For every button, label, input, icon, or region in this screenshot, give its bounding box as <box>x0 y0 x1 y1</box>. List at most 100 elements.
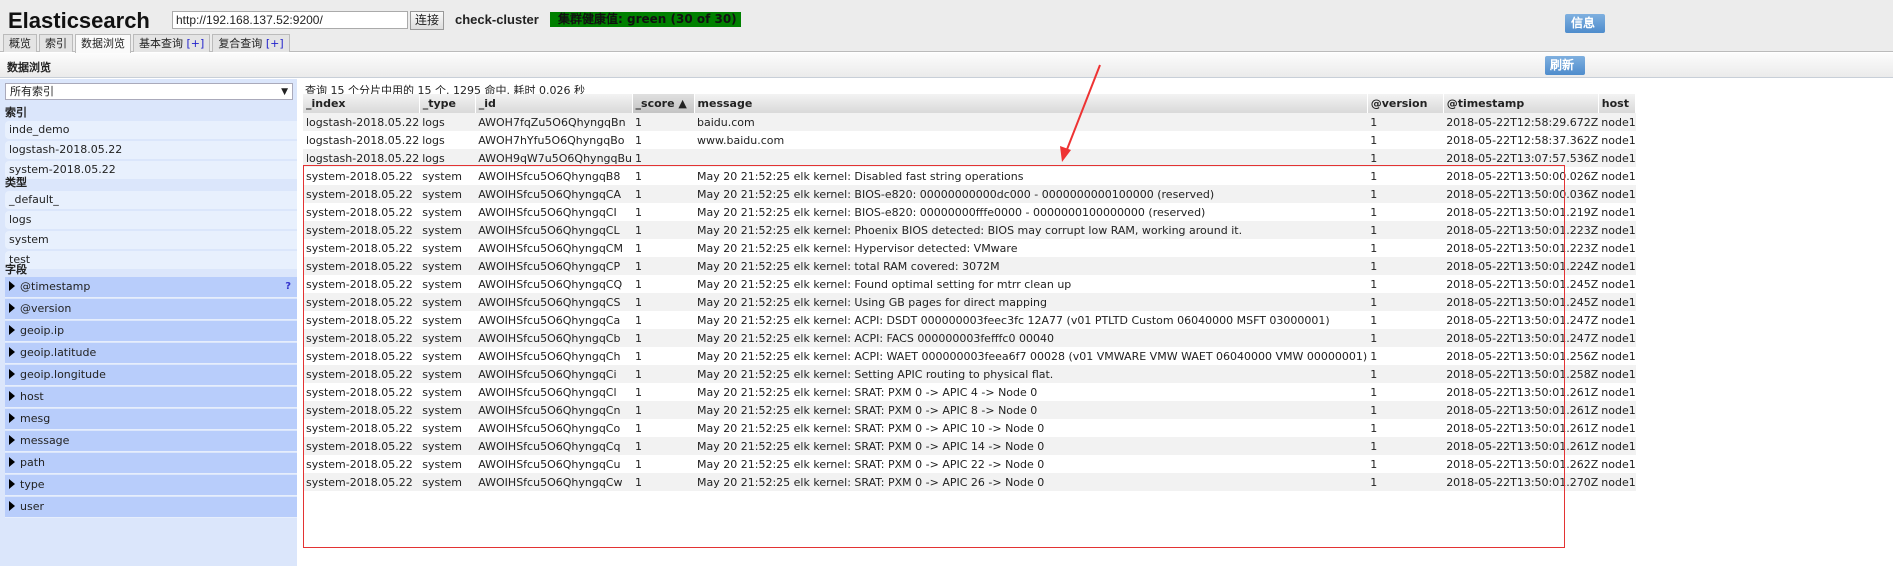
column-header[interactable]: @version <box>1367 94 1444 113</box>
sidebar-field-item[interactable]: path <box>5 453 297 474</box>
tab-1[interactable]: 索引 <box>39 34 73 52</box>
table-row[interactable]: system-2018.05.22 system AWOIHSfcu5O6Qhyng… <box>303 437 1636 455</box>
table-row[interactable]: system-2018.05.22 system AWOIHSfcu5O6Qhyng… <box>303 167 1636 185</box>
table-row[interactable]: system-2018.05.22 system AWOIHSfcu5O6Qhyng… <box>303 293 1636 311</box>
table-row[interactable]: system-2018.05.22 system AWOIHSfcu5O6Qhyng… <box>303 401 1636 419</box>
column-header[interactable]: _type <box>419 94 476 113</box>
table-row[interactable]: system-2018.05.22 system AWOIHSfcu5O6Qhyng… <box>303 311 1636 329</box>
table-cell: AWOIHSfcu5O6QhyngqCh <box>478 349 621 363</box>
table-cell: logstash-2018.05.22 <box>303 149 420 167</box>
table-cell: 2018-05-22T13:50:01.261Z <box>1446 385 1599 399</box>
field-label: mesg <box>20 412 51 425</box>
connect-button[interactable]: 连接 <box>410 11 444 30</box>
tab-2[interactable]: 数据浏览 <box>75 34 131 53</box>
table-row[interactable]: system-2018.05.22 system AWOIHSfcu5O6Qhyng… <box>303 347 1636 365</box>
table-row[interactable]: system-2018.05.22 system AWOIHSfcu5O6Qhyng… <box>303 383 1636 401</box>
index-select[interactable]: 所有索引 ▼ <box>5 83 293 100</box>
table-cell: node1 <box>1598 185 1636 203</box>
table-row[interactable]: system-2018.05.22 system AWOIHSfcu5O6Qhyng… <box>303 185 1636 203</box>
sidebar-field-item[interactable]: mesg <box>5 409 297 430</box>
page-title: 数据浏览 <box>7 61 51 74</box>
sidebar-type-item[interactable]: logs <box>5 211 297 229</box>
column-header[interactable]: _score ▲ <box>632 94 695 113</box>
tab-3[interactable]: 基本查询 [+] <box>133 34 211 52</box>
sidebar-field-item[interactable]: geoip.latitude <box>5 343 297 364</box>
table-cell: 1 <box>1370 205 1378 219</box>
sidebar-type-item[interactable]: system <box>5 231 297 249</box>
table-cell: system <box>419 473 476 491</box>
table-row[interactable]: logstash-2018.05.22 logs AWOH7fqZu5O6Qhyng… <box>303 113 1636 131</box>
sidebar-type-item[interactable]: _default_ <box>5 191 297 209</box>
sidebar-index-item[interactable]: system-2018.05.22 <box>5 161 297 179</box>
help-icon[interactable]: ? <box>285 277 291 297</box>
tab-0[interactable]: 概览 <box>3 34 37 52</box>
table-row[interactable]: system-2018.05.22 system AWOIHSfcu5O6Qhyng… <box>303 257 1636 275</box>
table-row[interactable]: system-2018.05.22 system AWOIHSfcu5O6Qhyng… <box>303 239 1636 257</box>
sidebar-field-item[interactable]: @version <box>5 299 297 320</box>
table-row[interactable]: system-2018.05.22 system AWOIHSfcu5O6Qhyng… <box>303 275 1636 293</box>
sidebar-field-item[interactable]: geoip.longitude <box>5 365 297 386</box>
table-row[interactable]: logstash-2018.05.22 logs AWOH9qW7u5O6Qhyng… <box>303 149 1636 167</box>
table-cell: 1 <box>1367 437 1444 455</box>
expand-triangle-icon <box>9 303 15 313</box>
column-header[interactable]: _id <box>475 94 633 113</box>
table-row[interactable]: system-2018.05.22 system AWOIHSfcu5O6Qhyng… <box>303 473 1636 491</box>
table-cell: 2018-05-22T13:50:00.036Z <box>1443 185 1599 203</box>
url-input[interactable]: http://192.168.137.52:9200/ <box>172 11 408 29</box>
table-cell: system <box>419 185 476 203</box>
tab-label: 复合查询 <box>218 37 263 50</box>
table-cell: node1 <box>1601 349 1636 363</box>
sidebar-type-item[interactable]: test <box>5 251 297 269</box>
table-cell: 1 <box>1370 385 1378 399</box>
sidebar-field-item[interactable]: message <box>5 431 297 452</box>
table-row[interactable]: system-2018.05.22 system AWOIHSfcu5O6Qhyng… <box>303 365 1636 383</box>
table-row[interactable]: system-2018.05.22 system AWOIHSfcu5O6Qhyng… <box>303 419 1636 437</box>
sidebar-field-item[interactable]: type <box>5 475 297 496</box>
sidebar-field-item[interactable]: @timestamp? <box>5 277 297 298</box>
table-cell: May 20 21:52:25 elk kernel: Phoenix BIOS… <box>694 221 1368 239</box>
info-button[interactable]: 信息 <box>1565 14 1605 33</box>
table-cell: AWOIHSfcu5O6QhyngqCP <box>475 257 633 275</box>
sidebar: 所有索引 ▼ 索引 inde_demo logstash-2018.05.22 syst… <box>0 79 297 566</box>
table-cell: 2018-05-22T12:58:29.672Z <box>1443 113 1599 131</box>
table-cell: system-2018.05.22 <box>306 205 413 219</box>
table-cell: node1 <box>1601 205 1636 219</box>
table-cell: 1 <box>632 113 695 131</box>
indices-heading: 索引 <box>5 106 27 119</box>
sidebar-field-item[interactable]: user <box>5 497 297 518</box>
table-cell: node1 <box>1598 365 1636 383</box>
tab-add-button[interactable]: [+] <box>187 37 205 50</box>
column-header[interactable]: @timestamp <box>1443 94 1599 113</box>
results-table: _index _type _id _score ▲ message @version @ti… <box>303 94 1637 491</box>
table-cell: 1 <box>632 257 695 275</box>
tab-label: 基本查询 <box>139 37 183 50</box>
table-row[interactable]: system-2018.05.22 system AWOIHSfcu5O6Qhyng… <box>303 221 1636 239</box>
table-row[interactable]: system-2018.05.22 system AWOIHSfcu5O6Qhyng… <box>303 455 1636 473</box>
field-label: geoip.ip <box>20 324 65 337</box>
table-cell: AWOIHSfcu5O6QhyngqCQ <box>478 277 623 291</box>
table-row[interactable]: system-2018.05.22 system AWOIHSfcu5O6Qhyng… <box>303 203 1636 221</box>
table-cell: 1 <box>635 277 643 291</box>
column-header[interactable]: _index <box>303 94 420 113</box>
expand-triangle-icon <box>9 391 15 401</box>
table-cell: system-2018.05.22 <box>306 169 413 183</box>
tab-add-button[interactable]: [+] <box>266 37 284 50</box>
field-label: @timestamp <box>20 280 91 293</box>
sidebar-field-item[interactable]: host <box>5 387 297 408</box>
table-cell: system <box>422 385 462 399</box>
table-cell: AWOIHSfcu5O6QhyngqCw <box>475 473 633 491</box>
sidebar-index-item[interactable]: inde_demo <box>5 121 297 139</box>
table-cell: system-2018.05.22 <box>306 277 413 291</box>
column-header[interactable]: host <box>1598 94 1637 113</box>
sidebar-index-item[interactable]: logstash-2018.05.22 <box>5 141 297 159</box>
column-header[interactable]: message <box>694 94 1368 113</box>
table-row[interactable]: system-2018.05.22 system AWOIHSfcu5O6Qhyng… <box>303 329 1636 347</box>
table-cell: May 20 21:52:25 elk kernel: Found optima… <box>697 277 1072 291</box>
table-cell: May 20 21:52:25 elk kernel: Disabled fas… <box>697 169 1024 183</box>
tab-4[interactable]: 复合查询 [+] <box>212 34 290 52</box>
refresh-button[interactable]: 刷新 <box>1545 56 1585 75</box>
table-cell: logs <box>419 149 476 167</box>
sidebar-field-item[interactable]: geoip.ip <box>5 321 297 342</box>
table-row[interactable]: logstash-2018.05.22 logs AWOH7hYfu5O6Qhyng… <box>303 131 1636 149</box>
table-cell: system <box>422 313 462 327</box>
